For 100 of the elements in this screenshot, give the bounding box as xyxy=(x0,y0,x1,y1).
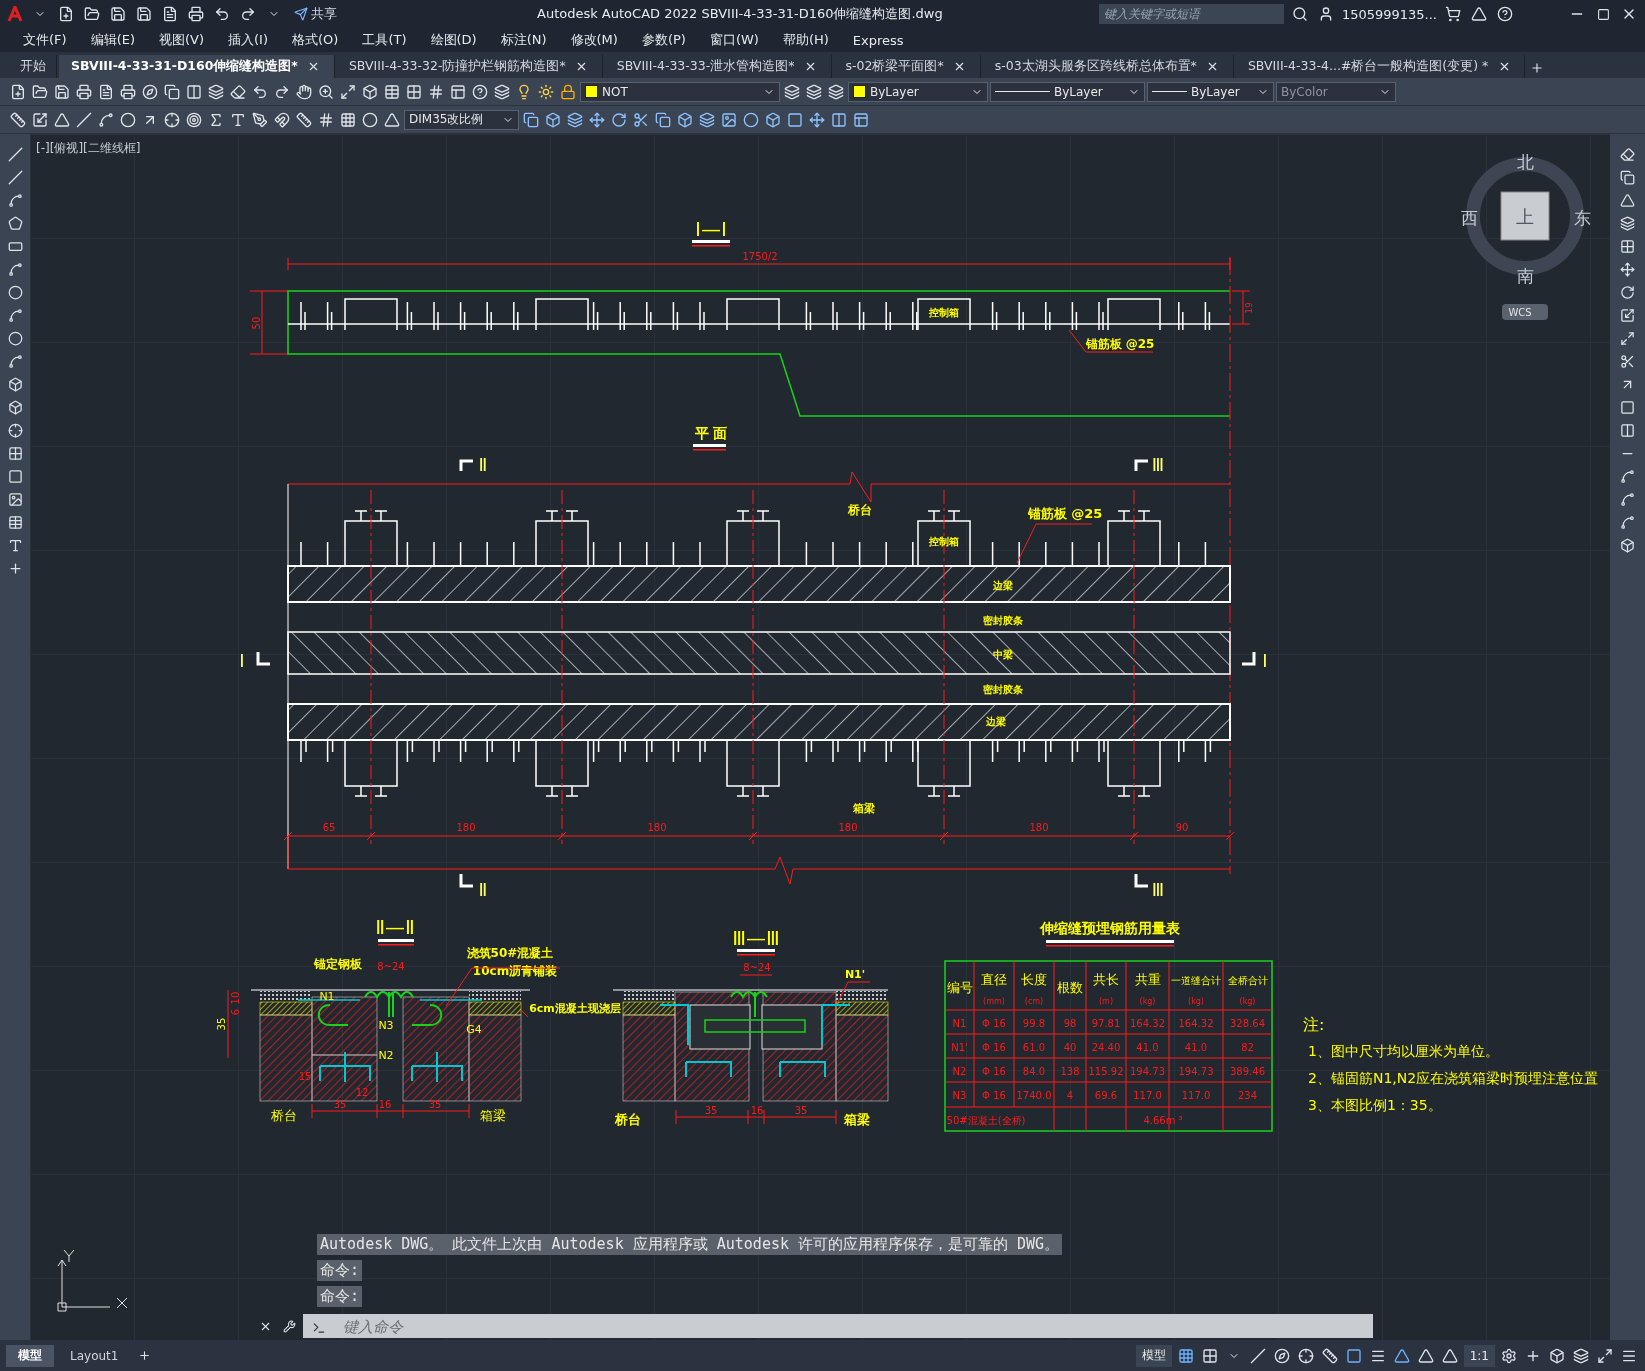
drawing-label: 10cm沥青铺装 xyxy=(472,964,558,978)
drawing-label: N2 xyxy=(378,1049,394,1062)
layer-dropdown[interactable]: NOT xyxy=(580,81,780,102)
dimension-style-dropdown[interactable]: DIM35改比例 xyxy=(404,109,519,130)
menu-item[interactable]: 文件(F) xyxy=(12,31,78,49)
drawing-label: G4 xyxy=(466,1023,482,1036)
dimension-text: 1750/2 xyxy=(742,251,778,262)
table-cell: 1740.0 xyxy=(1016,1090,1052,1101)
dimension-text: 50 xyxy=(251,316,262,330)
model-space-button[interactable]: 模型 xyxy=(1135,1344,1172,1367)
menu-item[interactable]: 参数(P) xyxy=(630,31,697,49)
tab-label: SBVIII-4-33-4...#桥台一般构造图(变更) * xyxy=(1247,58,1489,75)
section-mark xyxy=(459,459,473,471)
share-button[interactable]: 共享 xyxy=(290,5,341,23)
menu-item[interactable]: 视图(V) xyxy=(148,31,216,49)
layout-tab[interactable]: 模型 xyxy=(6,1344,54,1367)
table-header: (kg) xyxy=(1239,997,1256,1006)
menu-item[interactable]: 工具(T) xyxy=(351,31,418,49)
table-cell: N1' xyxy=(951,1042,968,1053)
table-cell: 234 xyxy=(1237,1090,1258,1101)
drawing-label: 中梁 xyxy=(993,649,1013,660)
dimension-text: 35 xyxy=(428,1099,442,1110)
menu-item[interactable]: Express xyxy=(841,32,915,48)
viewcube-face[interactable] xyxy=(1500,191,1550,241)
section-mark xyxy=(1134,459,1148,471)
drawing-label: 边梁 xyxy=(986,716,1006,727)
drawing-label: 锚筋板 @25 xyxy=(1027,506,1103,521)
compass-north: 北 xyxy=(1516,152,1534,172)
viewcube-top: 上 xyxy=(1516,206,1534,227)
viewport-label[interactable]: [-][俯视][二维线框] xyxy=(36,140,141,157)
section-mark-label: Ⅲ xyxy=(1151,454,1165,475)
notes-heading: 注: xyxy=(1303,1015,1325,1034)
drawing-label: 控制箱 xyxy=(929,536,959,547)
command-input[interactable]: 键入命令 xyxy=(303,1314,1373,1338)
window-title: Autodesk AutoCAD 2022 SBVIII-4-33-31-D160伸缩缝构造图.dwg xyxy=(537,5,943,23)
section-mark xyxy=(1134,874,1148,888)
menu-item[interactable]: 修改(M) xyxy=(559,31,629,49)
note-text: 1、图中尺寸均以厘米为单位。 xyxy=(1308,1043,1499,1059)
table-cell: 24.40 xyxy=(1091,1042,1121,1053)
menu-item[interactable]: 窗口(W) xyxy=(698,31,770,49)
table-cell: N3 xyxy=(952,1090,967,1101)
file-tab[interactable]: SBVIII-4-33-31-D160伸缩缝构造图* xyxy=(59,55,335,78)
cart-icon[interactable] xyxy=(1443,4,1463,24)
search-field[interactable]: 键入关键字或短语 xyxy=(1098,4,1284,24)
dimension-text: 180 xyxy=(1029,822,1049,833)
ucs-icon xyxy=(57,1249,128,1312)
lineweight-dropdown[interactable]: ByLayer xyxy=(1147,81,1274,102)
dimension-text: 8~24 xyxy=(377,961,405,972)
table-cell: 69.6 xyxy=(1094,1090,1118,1101)
menu-item[interactable]: 标注(N) xyxy=(489,31,558,49)
scale-button[interactable]: 1:1 xyxy=(1463,1344,1495,1367)
table-header: 根数 xyxy=(1057,980,1083,995)
dimension-text: 15 xyxy=(298,1071,312,1082)
tab-label: s-03太湖头服务区跨线桥总体布置* xyxy=(994,58,1197,75)
compass-south: 南 xyxy=(1516,266,1534,286)
table-header: (mm) xyxy=(983,997,1005,1006)
table-cell: 164.32 xyxy=(1178,1018,1214,1029)
table-cell: Φ 16 xyxy=(982,1042,1006,1053)
linetype-dropdown[interactable]: ByLayer xyxy=(990,81,1145,102)
table-cell: 328.64 xyxy=(1230,1018,1265,1029)
compass-west: 西 xyxy=(1460,208,1478,228)
table-cell: 4 xyxy=(1066,1090,1074,1101)
drawing-canvas[interactable] xyxy=(30,134,1610,1340)
table-header: 编号 xyxy=(946,980,973,995)
title-underline xyxy=(693,444,726,451)
table-header: (m) xyxy=(1099,997,1113,1006)
save-icon[interactable] xyxy=(108,4,128,24)
printer-icon[interactable] xyxy=(186,4,206,24)
table-header: 共重 xyxy=(1134,972,1161,987)
table-cell: 97.81 xyxy=(1091,1018,1121,1029)
help-icon[interactable] xyxy=(1495,4,1515,24)
user-name[interactable]: 1505999135... xyxy=(1341,6,1437,22)
dimension-text: 10 xyxy=(230,991,241,1005)
tab-label: SBVIII-4-33-33-泄水管构造图* xyxy=(616,58,795,75)
save-as-icon[interactable] xyxy=(134,4,154,24)
app-logo-icon[interactable] xyxy=(6,5,24,23)
menu-item[interactable]: 格式(O) xyxy=(281,31,350,49)
layout-tab[interactable]: Layout1 xyxy=(58,1344,131,1367)
account-icon[interactable] xyxy=(1469,4,1489,24)
wcs-button[interactable] xyxy=(1502,304,1548,320)
menu-item[interactable]: 帮助(H) xyxy=(771,31,840,49)
menu-item[interactable]: 编辑(E) xyxy=(79,31,146,49)
menu-item[interactable]: 插入(I) xyxy=(217,31,279,49)
table-header: (cm) xyxy=(1024,997,1044,1006)
drawing-label: 边梁 xyxy=(993,580,1013,591)
plot-style-dropdown[interactable]: ByColor xyxy=(1276,81,1396,102)
note-text: 3、本图比例1：35。 xyxy=(1308,1097,1442,1113)
leader-line xyxy=(520,1009,529,1018)
table-cell: Φ 16 xyxy=(982,1018,1006,1029)
menu-item[interactable]: 绘图(D) xyxy=(419,31,488,49)
drawing-label: 密封胶条 xyxy=(983,615,1023,626)
compass-east: 东 xyxy=(1573,208,1591,228)
drawing-label: 密封胶条 xyxy=(983,684,1023,695)
dimension-text: 65 xyxy=(322,822,336,833)
dimension-text: 19 xyxy=(1244,302,1254,314)
table-header: 一道缝合计 xyxy=(1171,975,1221,986)
drawing-label: N3 xyxy=(378,1019,394,1032)
table-header: (kg) xyxy=(1188,997,1204,1006)
note-text: 2、锚固筋N1,N2应在浇筑箱梁时预埋注意位置 xyxy=(1308,1070,1599,1086)
color-dropdown[interactable]: ByLayer xyxy=(848,81,988,102)
